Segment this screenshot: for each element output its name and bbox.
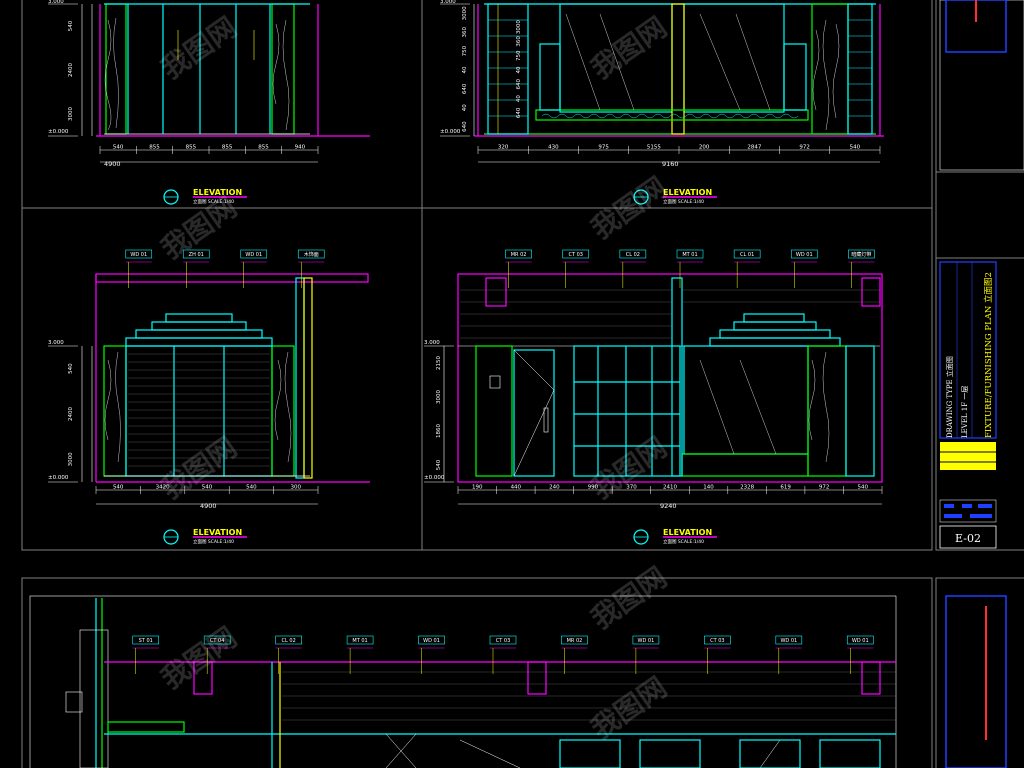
sheet-number: E-02 [955,532,981,545]
material-tag-code: CL 02 [282,638,296,644]
material-tag-code: CT 03 [496,638,511,644]
dimension-value: 540 [113,485,124,491]
top-level: 3.000 [48,0,64,5]
dimension-value: 750 [516,50,522,61]
material-tag-code: MR 02 [511,252,527,258]
material-tag-code: WD 01 [638,638,655,644]
material-tag-code: MR 02 [567,638,583,644]
dimension-value: 360 [516,36,522,47]
dimension-value: 3000 [68,452,74,466]
dimension-value: 3000 [462,6,468,20]
material-tag-code: CT 03 [710,638,725,644]
elevation-label: ELEVATION [193,528,242,537]
material-tag-code: ST 01 [139,638,153,644]
dimension-value: 190 [472,485,483,491]
datum-level: ±0.000 [440,129,461,135]
dimension-total: 9240 [660,502,677,510]
material-tag-code: 木饰面 [304,251,319,258]
dimension-value: 1860 [436,424,442,438]
material-tag-code: WD 01 [423,638,440,644]
elevation-scale: 立面图 SCALE:1/40 [193,538,234,545]
material-tag-code: WD 01 [796,252,813,258]
material-tag-code: WD 01 [130,252,147,258]
dimension-value: 540 [68,363,74,374]
dimension-value: 940 [295,145,306,151]
dimension-value: 320 [498,145,509,151]
dimension-value: 540 [436,459,442,470]
dimension-value: 2328 [740,485,754,491]
dimension-value: 140 [703,485,714,491]
level-label: LEVEL 1F 一层 [961,386,969,438]
dimension-value: 2400 [68,407,74,421]
dimension-value: 3000 [516,20,522,34]
dimension-value: 855 [222,145,233,151]
dimension-value: 40 [516,95,522,102]
material-tag-code: WD 01 [780,638,797,644]
material-tag-code: CL 01 [740,252,754,258]
drawing-type-label: DRAWING TYPE 立面图 [945,356,954,438]
material-tag-code: WD 01 [245,252,262,258]
material-tag-code: CT 03 [568,252,583,258]
material-tag-code: 暗藏灯带 [851,251,871,258]
dimension-value: 855 [258,145,269,151]
dimension-value: 440 [511,485,522,491]
dimension-value: 240 [549,485,560,491]
dimension-value: 975 [598,145,609,151]
dimension-value: 619 [780,485,791,491]
dimension-total: 4900 [200,502,217,510]
material-tag-code: MT 01 [682,252,697,258]
material-tag-code: WD 01 [852,638,869,644]
top-level: 3.000 [424,340,440,346]
dimension-value: 540 [202,485,213,491]
dimension-value: 40 [462,104,468,111]
drawing-title: FIXTURE/FURNISHING PLAN 立面图2 [983,272,994,438]
dimension-value: 2150 [436,356,442,370]
dimension-value: 540 [246,485,257,491]
top-level: 3.000 [440,0,456,5]
datum-level: ±0.000 [424,475,445,481]
cad-drawing-sheet: 540 2400 3000 540 855 855 855 855 940 4900 ±0.0… [0,0,1024,768]
dimension-value: 540 [68,20,74,31]
dimension-value: 972 [799,145,810,151]
material-tag-code: CL 02 [626,252,640,258]
dimension-value: 750 [462,45,468,56]
dimension-value: 855 [186,145,197,151]
dimension-value: 2847 [747,145,761,151]
datum-level: ±0.000 [48,129,69,135]
dimension-value: 5155 [647,145,661,151]
dimension-value: 540 [857,485,868,491]
dimension-value: 360 [462,27,468,38]
dimension-value: 430 [548,145,559,151]
dimension-value: 540 [850,145,861,151]
dimension-value: 300 [291,485,302,491]
datum-level: ±0.000 [48,475,69,481]
top-level: 3.000 [48,340,64,346]
dimension-value: 3000 [68,107,74,121]
material-tag-code: MT 01 [352,638,367,644]
elevation-label: ELEVATION [663,528,712,537]
dimension-value: 972 [819,485,830,491]
dimension-value: 640 [462,121,468,132]
dimension-total: 9160 [662,160,679,168]
dimension-value: 2410 [663,485,677,491]
dimension-value: 640 [516,79,522,90]
dimension-value: 40 [516,66,522,73]
dimension-value: 855 [149,145,160,151]
dimension-value: 2400 [68,63,74,77]
elevation-scale: 立面图 SCALE:1/40 [663,538,704,545]
dimension-value: 3000 [436,390,442,404]
dimension-value: 540 [113,145,124,151]
dimension-value: 640 [516,107,522,118]
dimension-value: 200 [699,145,710,151]
dimension-value: 640 [462,83,468,94]
dimension-value: 40 [462,66,468,73]
dimension-total: 4900 [104,160,121,168]
